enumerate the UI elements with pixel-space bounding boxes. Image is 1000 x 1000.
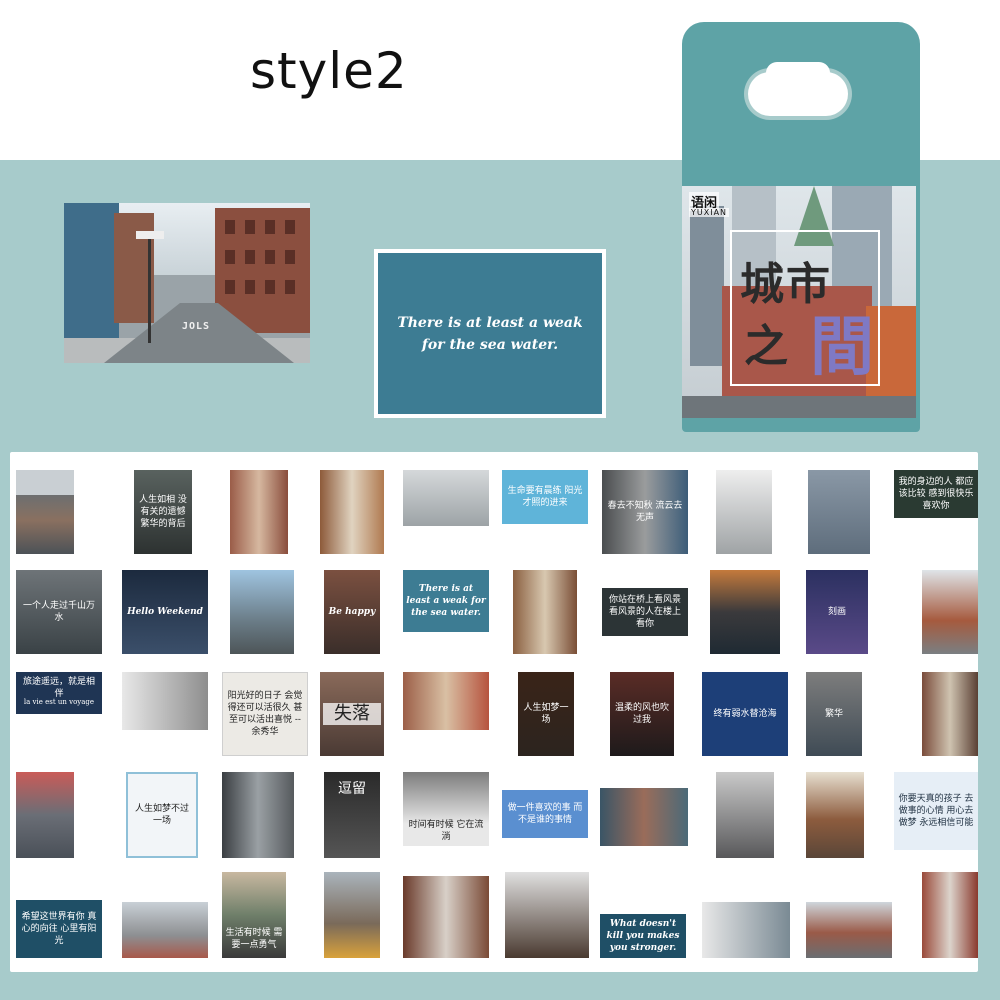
sticker-photo (716, 470, 772, 554)
quote-line-1: There is at least a weak (397, 314, 583, 331)
sticker-text-card: 希望这世界有你 真心的向往 心里有阳光 (16, 900, 102, 958)
sticker-photo (922, 672, 978, 756)
sticker-photo (230, 570, 294, 654)
sticker-photo (716, 772, 774, 858)
sticker-photo-caption: 逗留 (324, 772, 380, 858)
sticker-photo-caption: 人生如梦一场 (518, 672, 574, 756)
sticker-text-card: 你要天真的孩子 去做事的心情 用心去做梦 永远相信可能 (894, 772, 978, 850)
sticker-photo (710, 570, 780, 654)
sticker-photo (122, 672, 208, 730)
sticker-photo (222, 772, 294, 858)
sticker-photo (505, 872, 589, 958)
package-title-line2: 之 (744, 321, 788, 372)
package-brand-sub: YUXIAN (689, 208, 730, 217)
sticker-photo-caption: 时间有时候 它在流淌 (403, 772, 489, 846)
sticker-photo (403, 672, 489, 730)
sticker-photo (808, 470, 870, 554)
sticker-photo-caption: 春去不知秋 流云去无声 (602, 470, 688, 554)
sticker-photo-caption: 人生如梦不过一场 (126, 772, 198, 858)
sticker-photo-caption: 你站在桥上看风景 看风景的人在楼上看你 (602, 588, 688, 636)
sticker-photo (230, 470, 288, 554)
sticker-photo (320, 470, 384, 554)
sticker-photo-caption: 人生如相 没有关的遗憾 繁华的背后 (134, 470, 192, 554)
sticker-text-card: 做一件喜欢的事 而不是谁的事情 (502, 790, 588, 838)
sticker-photo-caption: 我的身边的人 都应该比较 感到很快乐 喜欢你 (894, 470, 978, 518)
street-sign-icon (136, 231, 164, 239)
sticker-photo-caption: 一个人走过千山万水 (16, 570, 102, 654)
sticker-photo (922, 872, 978, 958)
quote-line-2: for the sea water. (421, 336, 559, 353)
sticker-photo (403, 470, 489, 526)
sticker-photo-caption: 刻画 (806, 570, 868, 654)
sticker-photo (122, 902, 208, 958)
sticker-photo-caption: 温柔的风也吹过我 (610, 672, 674, 756)
sticker-photo (806, 772, 864, 858)
sticker-photo (403, 876, 489, 958)
sticker-text-card: 旅途遥远，就是相伴 la vie est un voyage (16, 672, 102, 714)
sticker-text-card: What doesn't kill you makes you stronger… (600, 914, 686, 958)
sticker-photo (922, 570, 978, 654)
sticker-photo-caption: Hello Weekend (122, 570, 208, 654)
sticker-photo-caption: 失落 (320, 672, 384, 756)
featured-street-photo: JOLS (64, 203, 310, 363)
sticker-photo (806, 902, 892, 958)
sticker-photo (324, 872, 380, 958)
sticker-text-card: 阳光好的日子 会觉得还可以活很久 甚至可以活出喜悦 --余秀华 (222, 672, 308, 756)
sticker-text-card: There is at least a weak for the sea wat… (403, 570, 489, 632)
sticker-sheet: 人生如相 没有关的遗憾 繁华的背后 生命要有晨练 阳光才照的进来 春去不知秋 流… (10, 452, 978, 972)
style-title: style2 (250, 42, 408, 100)
sticker-photo (702, 902, 790, 958)
sticker-text-card: 生命要有晨练 阳光才照的进来 (502, 470, 588, 524)
road-marking-text: JOLS (182, 321, 211, 332)
package-title-line3: 間 (810, 310, 874, 385)
sticker-photo (513, 570, 577, 654)
sticker-photo (16, 772, 74, 858)
sticker-photo (600, 788, 688, 846)
sticker-text-card: 终有弱水替沧海 (702, 672, 788, 756)
sticker-photo-caption: 生活有时候 需要一点勇气 (222, 872, 286, 958)
sticker-photo (16, 470, 74, 554)
sticker-photo-caption: Be happy (324, 570, 380, 654)
featured-quote-card: There is at least a weak for the sea wat… (374, 249, 606, 418)
sticker-photo-caption: 繁华 (806, 672, 862, 756)
